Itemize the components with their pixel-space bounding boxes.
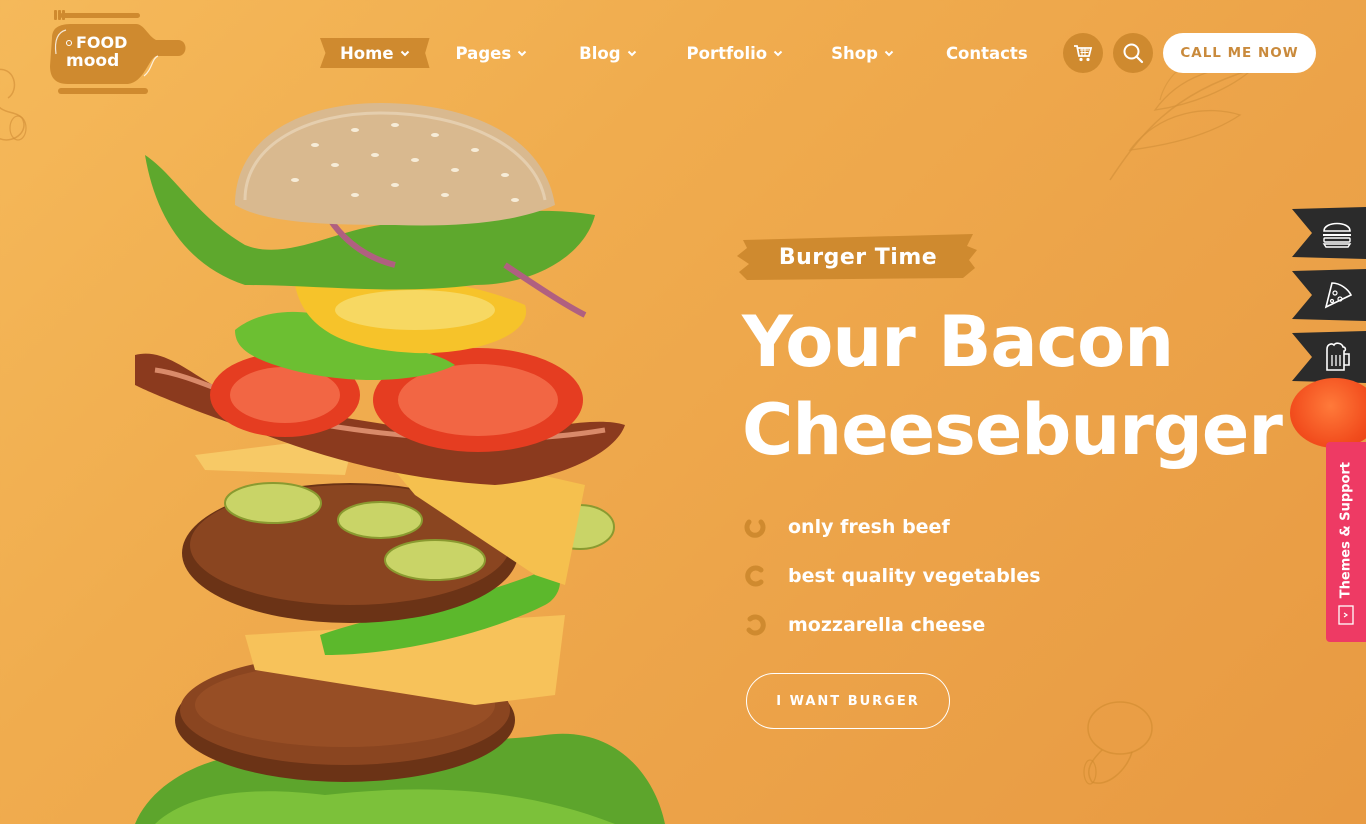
chevron-down-icon	[517, 50, 527, 57]
hero-headline: Your Bacon Cheeseburger	[742, 298, 1283, 474]
leaf-sketch	[1109, 59, 1257, 181]
feature-text: only fresh beef	[788, 515, 950, 538]
ribbon-pizza[interactable]	[1290, 269, 1366, 321]
site-logo[interactable]: FOOD mood	[48, 10, 190, 98]
ribbon-beer[interactable]	[1290, 331, 1366, 383]
floating-tomato-decoration	[1290, 378, 1366, 448]
nav-item-home[interactable]: Home	[320, 38, 430, 68]
chevron-down-icon	[884, 50, 894, 57]
burger-icon	[1322, 222, 1352, 248]
logo-text-food: FOOD	[76, 33, 128, 52]
nav-item-label: Portfolio	[686, 43, 768, 63]
feature-list: only fresh beef best quality vegetables …	[744, 502, 1041, 649]
monitor-icon	[1338, 605, 1354, 625]
hero-burger-image	[135, 103, 665, 824]
search-icon	[1123, 43, 1144, 64]
nav-item-label: Shop	[831, 43, 878, 63]
ribbon-burger[interactable]	[1290, 207, 1366, 259]
mushroom-sketch-left	[0, 68, 27, 141]
beer-icon	[1326, 342, 1350, 371]
cart-button[interactable]	[1063, 33, 1103, 73]
chevron-down-icon	[400, 50, 409, 57]
nav-item-blog[interactable]: Blog	[569, 38, 646, 68]
main-nav: Home Pages Blog Portfolio Shop Contacts	[320, 36, 1038, 70]
bullet-ring-icon	[744, 519, 766, 538]
search-button[interactable]	[1113, 33, 1153, 73]
burger-time-label: Burger Time	[778, 244, 938, 270]
feature-text: mozzarella cheese	[788, 613, 986, 636]
bullet-ring-icon	[745, 565, 764, 586]
feature-item: only fresh beef	[744, 502, 1041, 551]
nav-item-label: Contacts	[945, 43, 1028, 63]
nav-item-label: Blog	[579, 43, 621, 63]
logo-text-mood: mood	[66, 51, 120, 71]
support-label: Themes & Support	[1338, 462, 1354, 599]
nav-item-label: Pages	[455, 43, 512, 63]
nav-item-contacts[interactable]: Contacts	[936, 38, 1038, 68]
burger-time-tag: Burger Time	[737, 230, 979, 284]
themes-support-tab[interactable]: Themes & Support	[1326, 442, 1366, 642]
headline-line-2: Cheeseburger	[742, 389, 1283, 471]
chevron-down-icon	[627, 50, 636, 57]
nav-item-shop[interactable]: Shop	[821, 38, 904, 68]
nav-item-portfolio[interactable]: Portfolio	[677, 38, 794, 68]
bullet-ring-icon	[746, 614, 766, 636]
cart-icon	[1074, 45, 1093, 62]
call-me-now-button[interactable]: CALL ME NOW	[1163, 33, 1316, 73]
nav-item-pages[interactable]: Pages	[446, 38, 538, 68]
mushroom-sketch-right	[1083, 701, 1153, 785]
pizza-icon	[1324, 282, 1353, 309]
headline-line-1: Your Bacon	[742, 301, 1174, 383]
nav-item-label: Home	[340, 43, 394, 63]
i-want-burger-button[interactable]: I WANT BURGER	[746, 673, 950, 729]
feature-text: best quality vegetables	[788, 564, 1041, 587]
chevron-down-icon	[773, 50, 783, 57]
feature-item: best quality vegetables	[744, 551, 1041, 600]
feature-item: mozzarella cheese	[744, 600, 1041, 649]
